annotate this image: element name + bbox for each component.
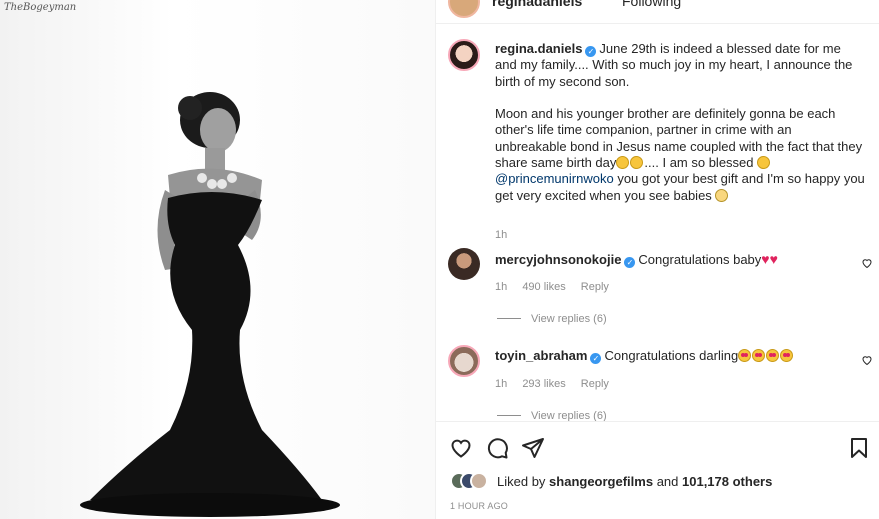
heart-eyes-emoji-icon [766,349,780,362]
mention-link[interactable]: @princemunirnwoko [495,171,614,186]
comment-meta: 1h 293 likes Reply [495,378,621,390]
comment-likes[interactable]: 490 likes [522,281,565,293]
like-comment-heart-icon[interactable] [861,354,873,366]
caption-blessed: .... I am so blessed [644,155,754,171]
view-replies-label: View replies (6) [531,313,607,325]
comments-section[interactable]: regina.daniels ✓ June 29th is indeed a ble… [436,25,879,421]
heart-eyes-emoji-icon [738,349,752,362]
liked-by-text: Liked by shangeorgefilms and 101,178 oth… [497,474,773,489]
comment-meta: 1h 490 likes Reply [495,281,621,293]
author-avatar[interactable] [448,0,480,18]
comment-likes[interactable]: 293 likes [522,378,565,390]
comment-text: mercyjohnsonokojie ✓ Congratulations baby♥… [495,251,865,268]
comment-body: Congratulations darling [604,348,739,363]
reply-button[interactable]: Reply [581,281,609,293]
like-comment-heart-icon[interactable] [861,257,873,269]
view-replies-button[interactable]: View replies (6) [497,410,607,421]
comment-time[interactable]: 1h [495,281,507,293]
heart-icon[interactable] [449,436,473,460]
heart-eyes-emoji-icon [752,349,766,362]
smiley-emoji-icon [616,156,630,170]
commenter-username[interactable]: mercyjohnsonokojie [495,252,621,267]
post-header: reginadaniels Following [436,0,879,24]
comment-body: Congratulations baby [638,252,762,267]
comment-time[interactable]: 1h [495,378,507,390]
caption-username[interactable]: regina.daniels [495,41,582,56]
replies-divider [497,318,521,319]
liker-avatar [470,472,488,490]
heart-eyes-emoji-icon [780,349,794,362]
caption-text: regina.daniels ✓ June 29th is indeed a ble… [495,41,865,204]
smiling-emoji-icon [757,156,771,170]
share-icon[interactable] [521,436,545,460]
commenter-username[interactable]: toyin_abraham [495,348,587,363]
red-heart-emoji-icon: ♥♥ [761,251,778,267]
liked-by-user[interactable]: shangeorgefilms [549,474,653,489]
post-side-panel: reginadaniels Following regina.daniels ✓ J… [435,0,879,519]
baby-emoji-icon [715,188,729,202]
smiley-emoji-icon [630,156,644,170]
likes-count[interactable]: 101,178 others [682,474,772,489]
view-replies-button[interactable]: View replies (6) [497,313,607,325]
caption-time[interactable]: 1h [495,229,507,241]
author-username[interactable]: reginadaniels [492,0,582,9]
commenter-avatar[interactable] [448,248,480,280]
following-button[interactable]: Following [622,0,681,9]
comment-item: toyin_abraham ✓ Congratulations darling 1h… [448,345,873,421]
caption: regina.daniels ✓ June 29th is indeed a ble… [448,39,873,241]
post-actions: Liked by shangeorgefilms and 101,178 oth… [436,421,879,519]
liker-avatars[interactable] [450,472,494,490]
caption-avatar[interactable] [448,39,480,71]
reply-button[interactable]: Reply [581,378,609,390]
comment-text: toyin_abraham ✓ Congratulations darling [495,348,865,364]
posted-time[interactable]: 1 HOUR AGO [450,501,508,511]
pregnant-woman-figure [80,92,340,517]
likes-summary: Liked by shangeorgefilms and 101,178 oth… [450,471,870,493]
verified-badge-icon: ✓ [590,353,602,364]
verified-badge-icon: ✓ [585,46,597,57]
commenter-avatar[interactable] [448,345,480,377]
verified-badge-icon: ✓ [624,257,636,268]
instagram-post: TheBogeyman reginadaniels Following regi… [0,0,879,519]
comment-icon[interactable] [485,436,509,460]
bookmark-icon[interactable] [847,436,871,460]
comment-item: mercyjohnsonokojie ✓ Congratulations baby♥… [448,248,873,328]
post-photo[interactable]: TheBogeyman [0,0,435,519]
replies-divider [497,415,521,416]
view-replies-label: View replies (6) [531,410,607,421]
caption-meta: 1h [495,229,519,241]
